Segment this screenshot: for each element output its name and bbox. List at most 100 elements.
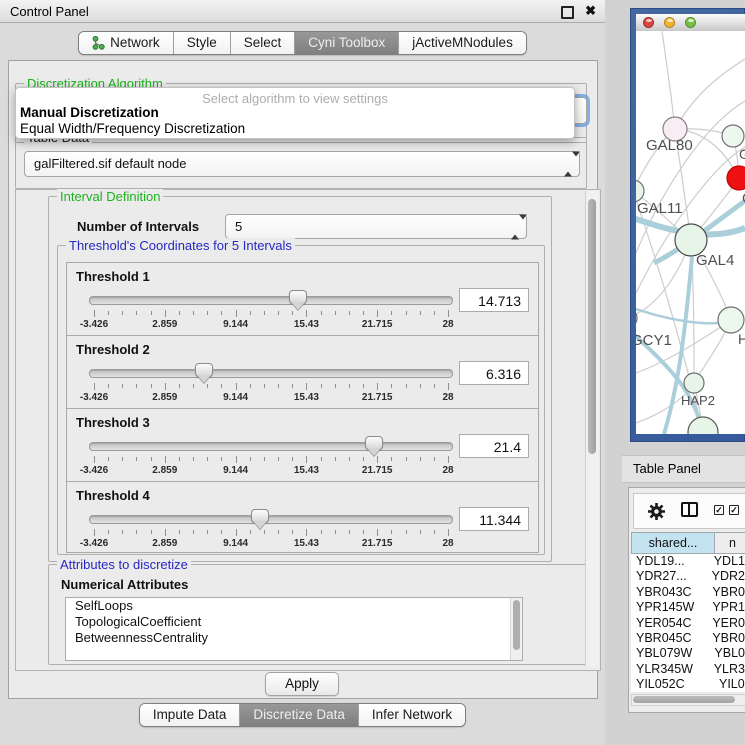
- tick-mark: [377, 383, 378, 390]
- threshold-label: Threshold 3: [76, 415, 150, 430]
- tick-label: -3.426: [80, 465, 108, 476]
- node-label: H: [738, 331, 745, 347]
- threshold-slider[interactable]: -3.4262.8599.14415.4321.71528: [89, 508, 453, 548]
- table-row[interactable]: YIL052CYIL0: [631, 677, 745, 692]
- traffic-light-minimize-icon[interactable]: [664, 17, 675, 28]
- apply-button[interactable]: Apply: [265, 672, 339, 696]
- tick-mark: [264, 530, 265, 534]
- tick-label: -3.426: [80, 392, 108, 403]
- close-icon[interactable]: ✖: [585, 3, 596, 19]
- tick-mark: [292, 311, 293, 315]
- threshold-value-field[interactable]: 14.713: [459, 288, 529, 312]
- slider-handle[interactable]: [365, 436, 383, 450]
- column-header-name[interactable]: n: [715, 532, 745, 554]
- node-label: GAL4: [696, 252, 734, 269]
- dropdown-hint: Select algorithm to view settings: [16, 91, 574, 106]
- tab-impute-data[interactable]: Impute Data: [140, 704, 240, 726]
- column-header-shared-name[interactable]: shared...: [631, 532, 715, 554]
- table-toolbar: ✓ ✓: [633, 493, 745, 529]
- tick-mark: [207, 384, 208, 388]
- network-node-c[interactable]: [727, 166, 745, 190]
- table-row[interactable]: YLR345WYLR3: [631, 662, 745, 677]
- network-node-gcy1[interactable]: [636, 308, 637, 328]
- tick-mark: [250, 530, 251, 534]
- table-hscrollbar-thumb[interactable]: [633, 696, 735, 703]
- table-hscrollbar[interactable]: [631, 694, 745, 706]
- list-scrollbar-thumb[interactable]: [513, 600, 520, 650]
- attribute-item-topologicalcoefficient[interactable]: TopologicalCoefficient: [66, 614, 522, 630]
- tick-mark: [349, 530, 350, 534]
- tick-mark: [406, 530, 407, 534]
- tab-discretize-data[interactable]: Discretize Data: [239, 704, 358, 726]
- network-node-h[interactable]: [718, 307, 744, 333]
- tick-mark: [221, 311, 222, 315]
- tick-label: 2.859: [152, 392, 177, 403]
- table-row[interactable]: YBL079WYBL0: [631, 646, 745, 661]
- node-label: HAP2: [681, 393, 715, 408]
- dropdown-item-manual-discretization[interactable]: Manual Discretization: [20, 105, 159, 120]
- threshold-slider[interactable]: -3.4262.8599.14415.4321.71528: [89, 362, 453, 402]
- tick-mark: [278, 457, 279, 461]
- threshold-value-field[interactable]: 11.344: [459, 507, 529, 531]
- control-panel-titlebar: Control Panel ✖: [0, 0, 605, 23]
- attribute-item-selfloops[interactable]: SelfLoops: [66, 598, 522, 614]
- dropdown-item-equal-width-frequency[interactable]: Equal Width/Frequency Discretization: [20, 121, 245, 136]
- tick-mark: [278, 311, 279, 315]
- tab-infer-network[interactable]: Infer Network: [358, 704, 465, 726]
- checkbox-icon[interactable]: ✓: [714, 505, 724, 515]
- settings-scrollbar-thumb[interactable]: [588, 199, 596, 454]
- traffic-light-zoom-icon[interactable]: [685, 17, 696, 28]
- threshold-list: Threshold 1 -3.4262.8599.14415.4321.71528…: [66, 262, 539, 553]
- table-row[interactable]: YBR043CYBR0: [631, 585, 745, 600]
- split-view-icon[interactable]: [681, 502, 698, 517]
- tick-mark: [306, 456, 307, 463]
- table-row[interactable]: YER054CYER0: [631, 616, 745, 631]
- threshold-value-field[interactable]: 21.4: [459, 434, 529, 458]
- traffic-light-close-icon[interactable]: [643, 17, 654, 28]
- tab-select[interactable]: Select: [230, 32, 295, 54]
- tick-mark: [94, 383, 95, 390]
- tick-mark: [420, 311, 421, 315]
- network-node[interactable]: [688, 417, 718, 434]
- table-data-combobox[interactable]: galFiltered.sif default node: [24, 151, 580, 177]
- tick-mark: [122, 311, 123, 315]
- tick-label: 9.144: [223, 319, 248, 330]
- cell-shared-name: YLR345W: [631, 662, 711, 677]
- threshold-value-field[interactable]: 6.316: [459, 361, 529, 385]
- cell-shared-name: YDL19...: [631, 554, 711, 569]
- tab-label: jActiveMNodules: [412, 35, 513, 50]
- slider-handle[interactable]: [251, 509, 269, 523]
- network-node-hap2[interactable]: [684, 373, 704, 393]
- number-of-intervals-combobox[interactable]: 5: [225, 214, 527, 239]
- table-row[interactable]: YBR045CYBR0: [631, 631, 745, 646]
- cell-shared-name: YBR043C: [631, 585, 709, 600]
- threshold-slider[interactable]: -3.4262.8599.14415.4321.71528: [89, 289, 453, 329]
- float-window-icon[interactable]: [561, 6, 574, 19]
- tab-network[interactable]: Network: [79, 32, 173, 54]
- threshold-slider[interactable]: -3.4262.8599.14415.4321.71528: [89, 435, 453, 475]
- threshold-label: Threshold 1: [76, 269, 150, 284]
- gear-icon[interactable]: [647, 502, 666, 521]
- bottom-tab-group: Impute DataDiscretize DataInfer Network: [139, 703, 466, 727]
- tick-mark: [264, 311, 265, 315]
- tick-mark: [151, 311, 152, 315]
- tab-cyni-toolbox[interactable]: Cyni Toolbox: [294, 32, 398, 54]
- network-window-titlebar[interactable]: [636, 14, 745, 32]
- network-node-ga[interactable]: [722, 125, 744, 147]
- tab-style[interactable]: Style: [173, 32, 230, 54]
- slider-handle[interactable]: [195, 363, 213, 377]
- tick-mark: [448, 383, 449, 390]
- network-canvas[interactable]: GAL80GACGAL11GAL4GCY1HHAP2: [636, 31, 745, 434]
- attribute-item-betweennesscentrality[interactable]: BetweennessCentrality: [66, 630, 522, 646]
- tick-mark: [391, 311, 392, 315]
- table-row[interactable]: YPR145WYPR1: [631, 600, 745, 615]
- list-scrollbar[interactable]: [510, 598, 522, 660]
- top-tab-group: NetworkStyleSelectCyni Toolbox jActiveMNo…: [78, 31, 527, 55]
- slider-handle[interactable]: [289, 290, 307, 304]
- tick-mark: [321, 530, 322, 534]
- table-row[interactable]: YDL19...YDL1: [631, 554, 745, 569]
- table-row[interactable]: YDR27...YDR2: [631, 569, 745, 584]
- settings-scrollbar[interactable]: [585, 191, 599, 667]
- tab-jactivemnodules[interactable]: jActiveMNodules: [398, 32, 526, 54]
- checkbox-icon[interactable]: ✓: [729, 505, 739, 515]
